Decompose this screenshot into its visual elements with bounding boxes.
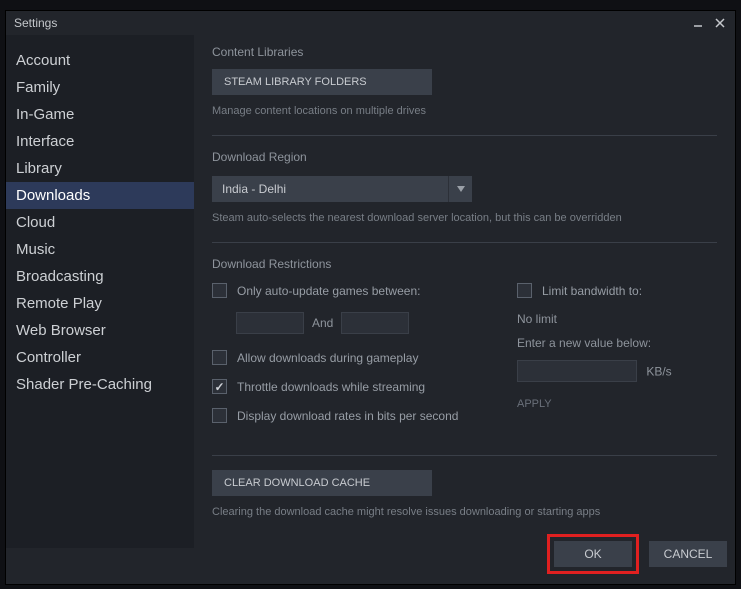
sidebar-item-interface[interactable]: Interface [6,128,194,155]
main-panel: Content Libraries STEAM LIBRARY FOLDERS … [194,35,735,548]
sidebar-item-music[interactable]: Music [6,236,194,263]
restrictions-col-right: Limit bandwidth to: No limit Enter a new… [517,283,717,437]
time-range-row: And [236,312,477,334]
sidebar-item-in-game[interactable]: In-Game [6,101,194,128]
content-area: Account Family In-Game Interface Library… [6,35,735,548]
sidebar-item-controller[interactable]: Controller [6,344,194,371]
download-region-dropdown[interactable]: India - Delhi [212,176,472,202]
throttle-label: Throttle downloads while streaming [237,380,425,394]
sidebar: Account Family In-Game Interface Library… [6,35,194,548]
auto-update-row: Only auto-update games between: [212,283,477,298]
allow-gameplay-row: Allow downloads during gameplay [212,350,477,365]
apply-button[interactable]: APPLY [517,398,552,410]
limit-bandwidth-label: Limit bandwidth to: [542,284,642,298]
sidebar-item-web-browser[interactable]: Web Browser [6,317,194,344]
download-region-selected: India - Delhi [212,176,448,202]
no-limit-label: No limit [517,312,717,326]
chevron-down-icon [448,176,472,202]
settings-window: Settings Account Family In-Game Interfac… [5,10,736,585]
restrictions-col-left: Only auto-update games between: And Allo… [212,283,477,437]
sidebar-item-downloads[interactable]: Downloads [6,182,194,209]
auto-update-checkbox[interactable] [212,283,227,298]
sidebar-item-library[interactable]: Library [6,155,194,182]
close-button[interactable] [713,16,727,30]
limit-bandwidth-row: Limit bandwidth to: [517,283,717,298]
throttle-row: Throttle downloads while streaming [212,379,477,394]
footer: OK CANCEL [547,534,727,574]
bits-checkbox[interactable] [212,408,227,423]
window-title: Settings [14,16,691,30]
ok-button[interactable]: OK [554,541,632,567]
steam-library-folders-button[interactable]: STEAM LIBRARY FOLDERS [212,69,432,95]
bits-label: Display download rates in bits per secon… [237,409,458,423]
divider [212,135,717,136]
sidebar-item-broadcasting[interactable]: Broadcasting [6,263,194,290]
download-region-desc: Steam auto-selects the nearest download … [212,212,717,224]
divider [212,455,717,456]
content-libraries-desc: Manage content locations on multiple dri… [212,105,717,117]
download-region-title: Download Region [212,150,717,164]
bandwidth-input-row: KB/s [517,360,717,382]
and-text: And [312,316,333,330]
bandwidth-unit: KB/s [646,365,671,379]
titlebar-buttons [691,16,727,30]
sidebar-item-cloud[interactable]: Cloud [6,209,194,236]
sidebar-item-account[interactable]: Account [6,47,194,74]
minimize-button[interactable] [691,16,705,30]
enter-value-label: Enter a new value below: [517,336,717,350]
sidebar-item-remote-play[interactable]: Remote Play [6,290,194,317]
auto-update-label: Only auto-update games between: [237,284,420,298]
ok-highlight-box: OK [547,534,639,574]
cancel-button[interactable]: CANCEL [649,541,727,567]
allow-gameplay-label: Allow downloads during gameplay [237,351,418,365]
restrictions-row: Only auto-update games between: And Allo… [212,283,717,437]
throttle-checkbox[interactable] [212,379,227,394]
limit-bandwidth-checkbox[interactable] [517,283,532,298]
download-restrictions-title: Download Restrictions [212,257,717,271]
divider [212,242,717,243]
bits-row: Display download rates in bits per secon… [212,408,477,423]
content-libraries-title: Content Libraries [212,45,717,59]
bandwidth-input[interactable] [517,360,637,382]
sidebar-item-shader-pre-caching[interactable]: Shader Pre-Caching [6,371,194,398]
cache-desc: Clearing the download cache might resolv… [212,506,717,518]
time-start-input[interactable] [236,312,304,334]
allow-gameplay-checkbox[interactable] [212,350,227,365]
titlebar: Settings [6,11,735,35]
clear-download-cache-button[interactable]: CLEAR DOWNLOAD CACHE [212,470,432,496]
sidebar-item-family[interactable]: Family [6,74,194,101]
time-end-input[interactable] [341,312,409,334]
